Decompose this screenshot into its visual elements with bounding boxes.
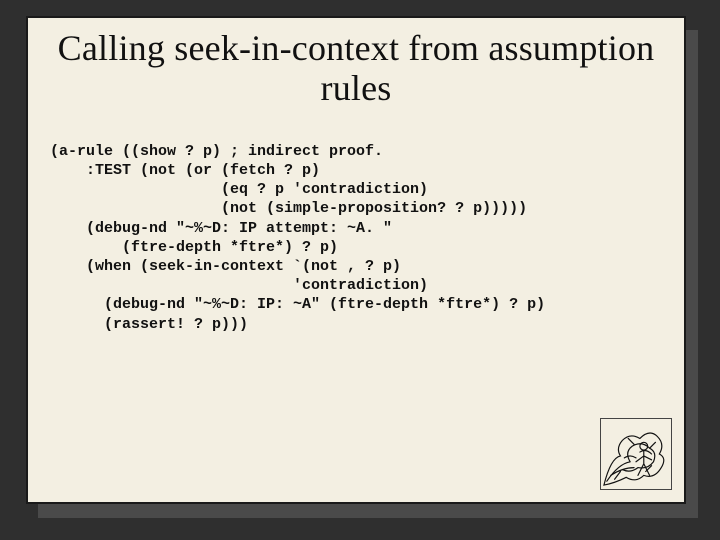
slide-stage: Calling seek-in-context from assumption … [0,0,720,540]
decorative-corner-icon [600,418,672,490]
scribble-figure-icon [601,419,671,489]
code-line: :TEST (not (or (fetch ? p) [50,162,320,179]
code-line: 'contradiction) [50,277,428,294]
slide: Calling seek-in-context from assumption … [26,16,686,504]
slide-title: Calling seek-in-context from assumption … [48,28,664,109]
code-line: (a-rule ((show ? p) ; indirect proof. [50,143,383,160]
code-block: (a-rule ((show ? p) ; indirect proof. :T… [50,123,684,353]
code-line: (debug-nd "~%~D: IP: ~A" (ftre-depth *ft… [50,296,545,313]
code-line: (ftre-depth *ftre*) ? p) [50,239,338,256]
code-line: (when (seek-in-context `(not , ? p) [50,258,401,275]
code-line: (debug-nd "~%~D: IP attempt: ~A. " [50,220,392,237]
code-line: (rassert! ? p))) [50,316,248,333]
code-line: (eq ? p 'contradiction) [50,181,428,198]
code-line: (not (simple-proposition? ? p))))) [50,200,527,217]
